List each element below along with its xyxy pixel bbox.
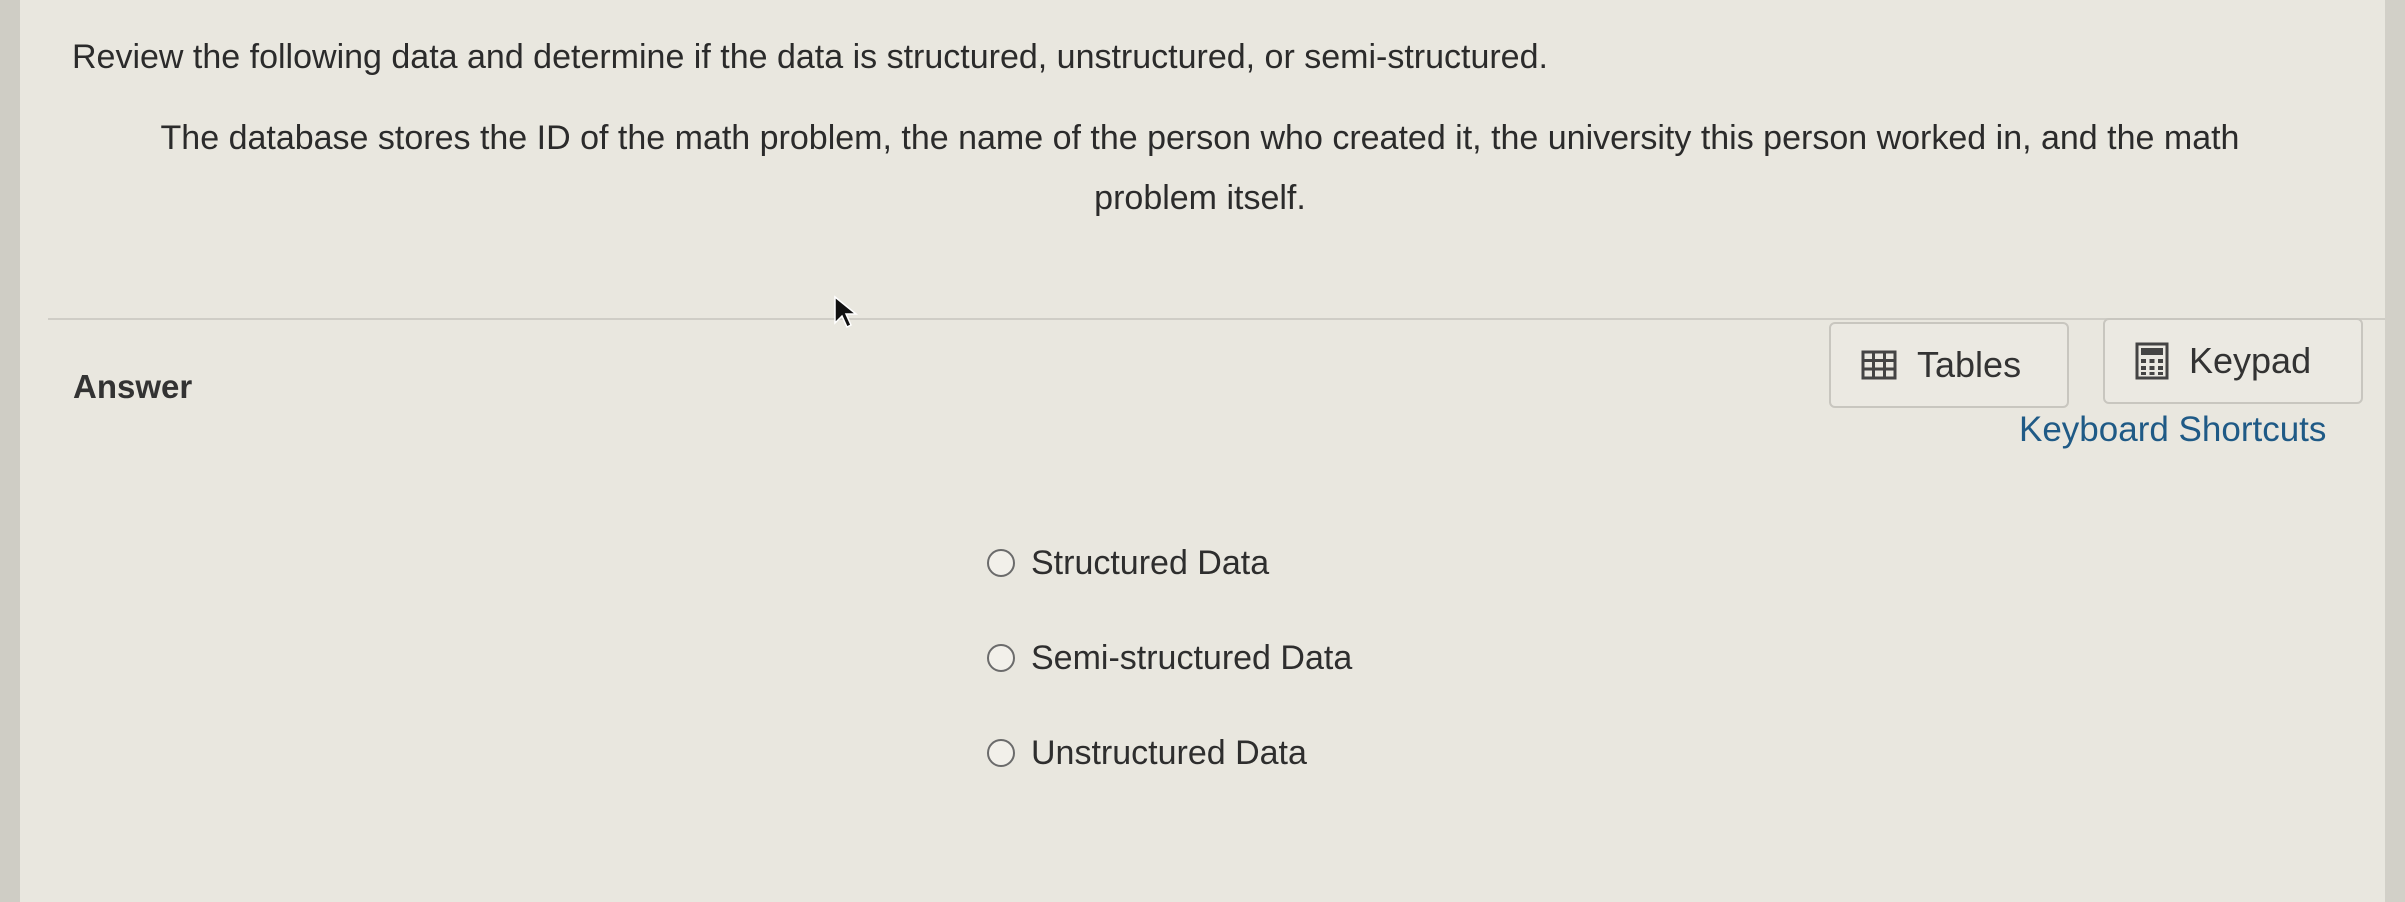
section-divider: [48, 318, 2393, 320]
table-icon: [1861, 350, 1897, 380]
answer-label: Answer: [73, 368, 193, 405]
option-label: Semi-structured Data: [1031, 638, 1353, 677]
keypad-button[interactable]: Keypad: [2103, 318, 2363, 404]
radio-button[interactable]: [987, 644, 1015, 672]
calculator-icon: [2135, 342, 2169, 380]
question-area: Review the following data and determine …: [20, 0, 2385, 318]
question-page: Review the following data and determine …: [20, 0, 2393, 902]
tables-button-label: Tables: [1917, 344, 2022, 385]
option-label: Unstructured Data: [1031, 733, 1307, 772]
question-instruction: Review the following data and determine …: [72, 38, 1548, 76]
answer-options: Structured Data Semi-structured Data Uns…: [987, 535, 1352, 820]
question-body: The database stores the ID of the math p…: [160, 119, 2240, 217]
keyboard-shortcuts-link[interactable]: Keyboard Shortcuts: [2019, 410, 2326, 450]
left-page-edge: [0, 0, 20, 902]
tables-button[interactable]: Tables: [1829, 322, 2069, 408]
radio-button[interactable]: [987, 739, 1015, 767]
radio-button[interactable]: [987, 549, 1015, 577]
right-page-edge: [2385, 0, 2405, 902]
option-unstructured-data[interactable]: Unstructured Data: [987, 725, 1352, 781]
option-label: Structured Data: [1031, 543, 1270, 582]
keypad-button-label: Keypad: [2189, 340, 2312, 381]
option-semi-structured-data[interactable]: Semi-structured Data: [987, 630, 1352, 686]
mouse-cursor-icon: [834, 295, 859, 329]
option-structured-data[interactable]: Structured Data: [987, 535, 1352, 591]
